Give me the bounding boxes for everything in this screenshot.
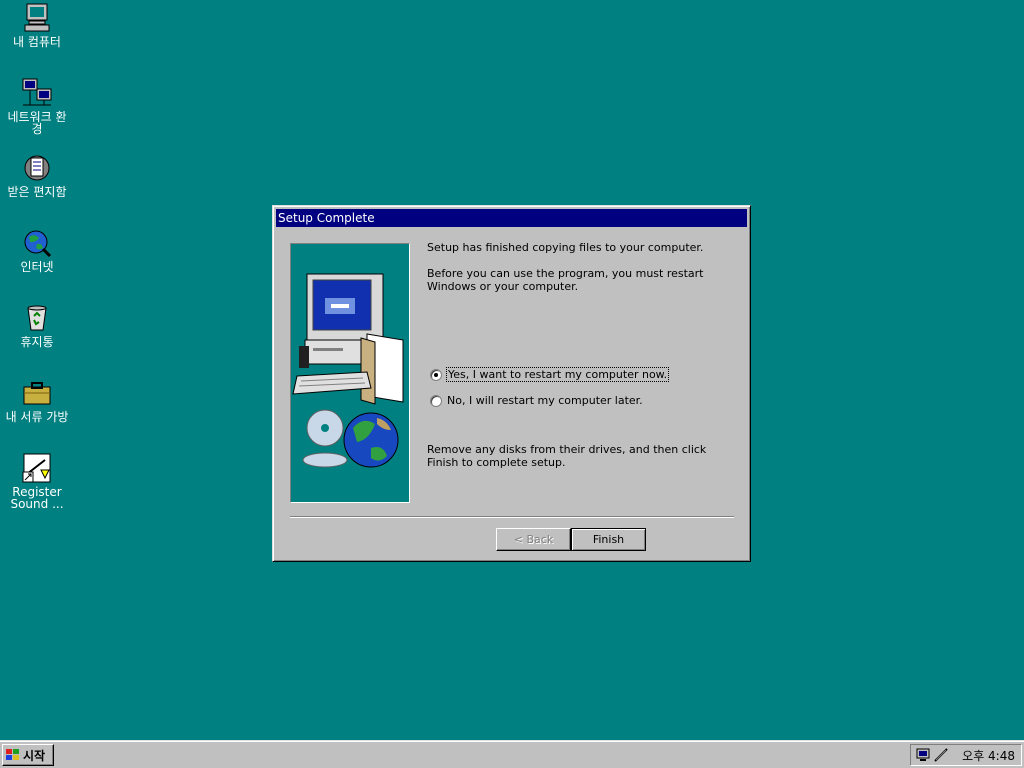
back-button[interactable]: < Back bbox=[496, 528, 571, 551]
taskbar: 시작 오후 4:48 bbox=[0, 740, 1024, 768]
desktop-icon-label: 내 컴퓨터 bbox=[13, 35, 61, 49]
pen-tray-icon[interactable] bbox=[933, 747, 949, 763]
restart-now-radio[interactable]: Yes, I want to restart my computer now. bbox=[430, 367, 670, 382]
desktop-icon-label: 인터넷 bbox=[20, 260, 54, 274]
desktop-icon-recycle-bin[interactable]: 휴지통 bbox=[0, 302, 74, 348]
desktop-icon-label: 받은 편지함 bbox=[7, 185, 67, 199]
radio-unselected-icon[interactable] bbox=[430, 394, 442, 407]
restart-now-label: Yes, I want to restart my computer now. bbox=[445, 367, 670, 382]
restart-later-radio[interactable]: No, I will restart my computer later. bbox=[430, 394, 643, 407]
desktop-icon-internet[interactable]: 인터넷 bbox=[0, 227, 74, 273]
my-computer-icon bbox=[24, 3, 50, 32]
briefcase-icon bbox=[23, 382, 51, 405]
restart-later-label: No, I will restart my computer later. bbox=[447, 394, 643, 407]
desktop-icon-register-sound[interactable]: Register Sound ... bbox=[0, 452, 74, 510]
desktop-icon-label: 휴지통 bbox=[20, 335, 54, 349]
setup-complete-dialog: Setup Complete Setup has finished copyin… bbox=[272, 205, 751, 562]
desktop-icon-inbox[interactable]: 받은 편지함 bbox=[0, 152, 74, 198]
restart-required-text: Before you can use the program, you must… bbox=[427, 267, 704, 293]
desktop-icon-briefcase[interactable]: 내 서류 가방 bbox=[0, 377, 74, 423]
network-tray-icon[interactable] bbox=[915, 747, 931, 763]
recycle-bin-icon bbox=[27, 305, 47, 331]
computer-globe-image bbox=[292, 273, 404, 468]
desktop-icon-label: 네트워크 환경 bbox=[7, 110, 67, 136]
setup-illustration bbox=[290, 243, 410, 503]
start-label: 시작 bbox=[23, 748, 46, 763]
shortcut-icon bbox=[22, 453, 51, 483]
taskbar-clock[interactable]: 오후 4:48 bbox=[962, 747, 1015, 764]
desktop-icon-network[interactable]: 네트워크 환경 bbox=[0, 77, 74, 135]
system-tray: 오후 4:48 bbox=[910, 744, 1022, 766]
desktop-icon-label: Register Sound ... bbox=[10, 485, 64, 511]
desktop-icon-label: 내 서류 가방 bbox=[5, 410, 69, 424]
radio-selected-icon[interactable] bbox=[430, 368, 442, 381]
setup-finished-text: Setup has finished copying files to your… bbox=[427, 241, 704, 254]
network-icon bbox=[22, 78, 52, 106]
desktop-icon-my-computer[interactable]: 내 컴퓨터 bbox=[0, 2, 74, 48]
finish-button[interactable]: Finish bbox=[571, 528, 646, 551]
remove-disks-text: Remove any disks from their drives, and … bbox=[427, 443, 707, 469]
internet-icon bbox=[24, 230, 52, 258]
inbox-icon bbox=[24, 155, 50, 181]
dialog-separator bbox=[290, 516, 734, 518]
windows-logo-icon bbox=[6, 749, 19, 760]
start-button[interactable]: 시작 bbox=[2, 744, 54, 766]
dialog-title: Setup Complete bbox=[276, 209, 747, 227]
